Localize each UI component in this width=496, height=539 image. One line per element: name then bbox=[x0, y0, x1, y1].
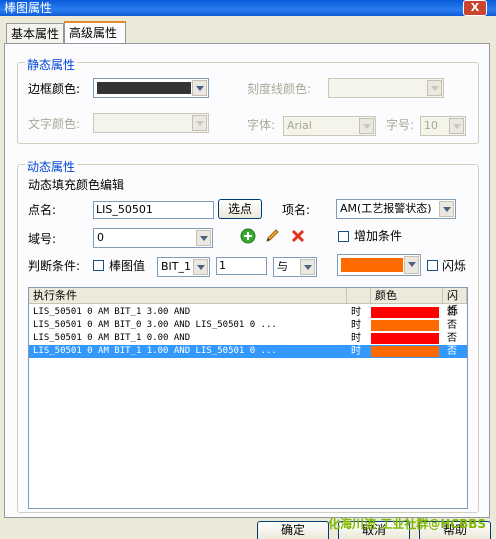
border-color-dropdown[interactable] bbox=[93, 78, 209, 98]
logic-dropdown[interactable]: 与 bbox=[273, 257, 317, 277]
condition-cell: LIS_50501 0 AM BIT_1 3.00 AND bbox=[33, 307, 191, 317]
bit-value: BIT_1 bbox=[161, 260, 192, 273]
field-value: 0 bbox=[97, 231, 104, 244]
border-color-label: 边框颜色: bbox=[28, 82, 81, 96]
add-icon[interactable] bbox=[240, 228, 256, 244]
table-row[interactable]: LIS_50501 0 AM BIT_1 3.00 AND 时 否 bbox=[29, 306, 467, 319]
window-title: 棒图属性 bbox=[4, 1, 53, 15]
ok-button[interactable]: 确定 bbox=[257, 521, 329, 539]
title-bar: 棒图属性 bbox=[0, 0, 496, 16]
field-label: 域号: bbox=[28, 232, 57, 246]
font-label: 字体: bbox=[247, 118, 276, 132]
flash-label: 闪烁 bbox=[442, 259, 467, 273]
condition-cell: LIS_50501 0 AM BIT_1 1.00 AND LIS_50501 … bbox=[33, 346, 277, 356]
point-label: 点名: bbox=[28, 203, 57, 217]
font-dropdown[interactable]: Arial bbox=[283, 116, 376, 136]
bar-value-checkbox[interactable] bbox=[93, 260, 104, 271]
item-value: AM(工艺报警状态) bbox=[340, 202, 432, 215]
size-value: 10 bbox=[424, 119, 438, 132]
logic-value: 与 bbox=[277, 260, 288, 273]
item-dropdown[interactable]: AM(工艺报警状态) bbox=[336, 199, 456, 219]
item-label: 项名: bbox=[282, 203, 311, 217]
when-cell: 时 bbox=[351, 307, 361, 318]
field-dropdown[interactable]: 0 bbox=[93, 228, 213, 248]
condition-cell: LIS_50501 0 AM BIT_1 0.00 AND bbox=[33, 333, 191, 343]
color-cell bbox=[371, 320, 439, 331]
chevron-down-icon[interactable] bbox=[193, 259, 208, 275]
chevron-down-icon[interactable] bbox=[427, 80, 442, 96]
select-point-button[interactable]: 选点 bbox=[218, 199, 262, 219]
font-value: Arial bbox=[287, 119, 312, 132]
when-cell: 时 bbox=[351, 333, 361, 344]
text-color-label: 文字颜色: bbox=[28, 117, 81, 131]
table-row[interactable]: LIS_50501 0 AM BIT_1 0.00 AND 时 否 bbox=[29, 332, 467, 345]
edit-pencil-icon[interactable] bbox=[264, 228, 280, 244]
flash-cell: 否 bbox=[447, 346, 457, 357]
chevron-down-icon[interactable] bbox=[196, 230, 211, 246]
watermark: 化海川流 工业社群@HCBBS bbox=[328, 517, 486, 531]
dynamic-group-title: 动态属性 bbox=[25, 158, 78, 175]
close-icon: X bbox=[470, 1, 480, 14]
condition-cell: LIS_50501 0 AM BIT_0 3.00 AND LIS_50501 … bbox=[33, 320, 277, 330]
tab-advanced[interactable]: 高级属性 bbox=[64, 21, 126, 44]
tick-color-label: 刻度线颜色: bbox=[247, 82, 312, 96]
compare-value-input[interactable]: 1 bbox=[216, 257, 267, 275]
close-button[interactable]: X bbox=[463, 0, 487, 16]
chevron-down-icon[interactable] bbox=[449, 118, 464, 134]
add-condition-label: 增加条件 bbox=[354, 229, 403, 243]
flash-cell: 否 bbox=[447, 333, 457, 344]
tick-color-dropdown[interactable] bbox=[328, 78, 444, 98]
judge-label: 判断条件: bbox=[28, 259, 81, 273]
when-cell: 时 bbox=[351, 320, 361, 331]
color-cell bbox=[371, 346, 439, 357]
tab-basic[interactable]: 基本属性 bbox=[6, 23, 64, 43]
column-header-spacer bbox=[347, 288, 371, 304]
condition-table[interactable]: 执行条件 颜色 闪烁 LIS_50501 0 AM BIT_1 3.00 AND… bbox=[28, 287, 468, 509]
flash-checkbox[interactable] bbox=[427, 260, 438, 271]
text-color-dropdown[interactable] bbox=[93, 113, 209, 133]
column-header-color[interactable]: 颜色 bbox=[371, 288, 443, 304]
bar-value-label: 棒图值 bbox=[109, 259, 146, 273]
when-cell: 时 bbox=[351, 346, 361, 357]
table-row[interactable]: LIS_50501 0 AM BIT_0 3.00 AND LIS_50501 … bbox=[29, 319, 467, 332]
fill-color-dropdown[interactable] bbox=[337, 254, 421, 276]
static-group-title: 静态属性 bbox=[25, 56, 78, 73]
delete-icon[interactable] bbox=[290, 228, 306, 244]
chevron-down-icon[interactable] bbox=[192, 115, 207, 131]
size-label: 字号: bbox=[386, 118, 415, 132]
color-cell bbox=[371, 307, 439, 318]
column-header-flash[interactable]: 闪烁 bbox=[443, 288, 467, 317]
chevron-down-icon[interactable] bbox=[439, 201, 454, 217]
chevron-down-icon[interactable] bbox=[404, 256, 419, 274]
flash-cell: 否 bbox=[447, 320, 457, 331]
point-input[interactable]: LIS_50501 bbox=[93, 201, 214, 219]
add-condition-checkbox[interactable] bbox=[338, 231, 349, 242]
chevron-down-icon[interactable] bbox=[359, 118, 374, 134]
bit-dropdown[interactable]: BIT_1 bbox=[157, 257, 210, 277]
dynamic-subtitle: 动态填充颜色编辑 bbox=[28, 178, 125, 192]
size-dropdown[interactable]: 10 bbox=[420, 116, 466, 136]
color-cell bbox=[371, 333, 439, 344]
chevron-down-icon[interactable] bbox=[300, 259, 315, 275]
table-row[interactable]: LIS_50501 0 AM BIT_1 1.00 AND LIS_50501 … bbox=[29, 345, 467, 358]
column-header-condition[interactable]: 执行条件 bbox=[29, 288, 347, 304]
flash-cell: 否 bbox=[447, 307, 457, 318]
fill-color-swatch bbox=[341, 258, 403, 272]
border-color-swatch bbox=[97, 82, 191, 94]
chevron-down-icon[interactable] bbox=[192, 80, 207, 96]
